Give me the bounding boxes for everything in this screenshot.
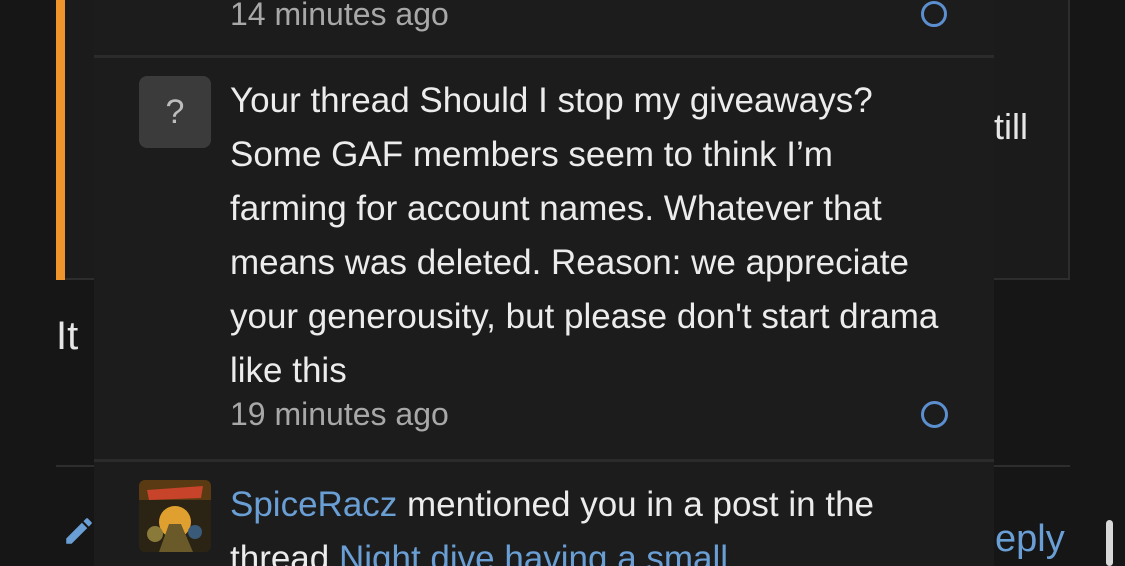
avatar: ? bbox=[139, 76, 211, 148]
notification-text: Your thread Should I stop my giveaways? … bbox=[230, 81, 939, 390]
background-post-text: till bbox=[994, 106, 1028, 147]
quote-accent-bar bbox=[56, 0, 65, 280]
question-mark-icon: ? bbox=[165, 92, 185, 131]
avatar[interactable] bbox=[139, 480, 211, 552]
unread-dot-icon[interactable] bbox=[921, 401, 948, 428]
pencil-icon[interactable] bbox=[62, 514, 96, 548]
notification-time: 14 minutes ago bbox=[230, 0, 449, 32]
background-post-text: It bbox=[56, 314, 79, 358]
scrollbar-thumb[interactable] bbox=[1106, 520, 1113, 566]
notification-item[interactable]: SpiceRacz mentioned you in a post in the… bbox=[94, 462, 994, 566]
notification-time: 19 minutes ago bbox=[230, 396, 449, 432]
left-gutter bbox=[0, 0, 56, 566]
notification-item[interactable]: ? Your thread Should I stop my giveaways… bbox=[94, 58, 994, 460]
reply-link[interactable]: eply bbox=[995, 518, 1065, 561]
unread-dot-icon[interactable] bbox=[921, 1, 947, 27]
notifications-popup: 14 minutes ago ? Your thread Should I st… bbox=[94, 0, 994, 566]
thread-link[interactable]: Night dive having a small bbox=[339, 539, 728, 566]
username-link[interactable]: SpiceRacz bbox=[230, 485, 397, 524]
notification-text: SpiceRacz mentioned you in a post in the… bbox=[230, 478, 950, 566]
notification-item[interactable]: 14 minutes ago bbox=[94, 0, 994, 56]
